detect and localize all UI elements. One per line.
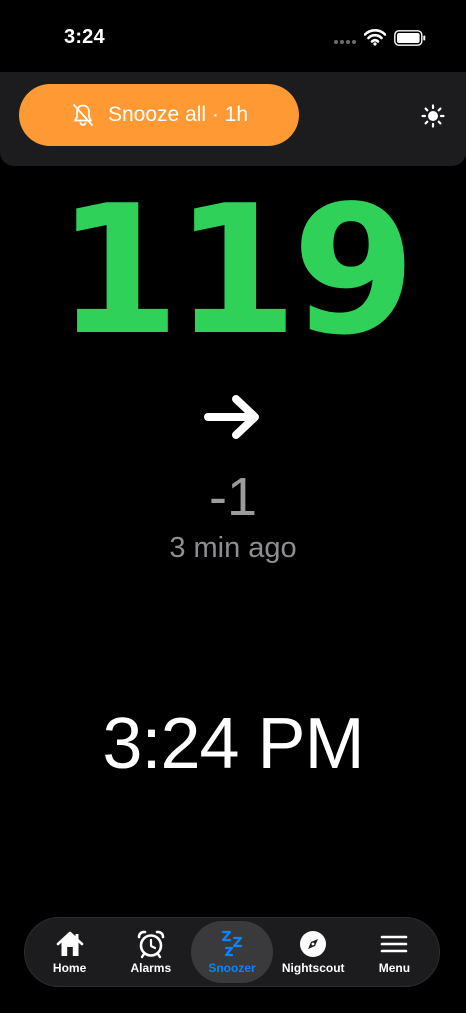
tab-home-label: Home [52, 961, 87, 975]
tab-menu-label: Menu [378, 961, 411, 975]
snooze-all-label: Snooze all · 1h [107, 103, 249, 126]
tab-alarms[interactable]: Alarms [110, 921, 191, 983]
house-icon [56, 931, 83, 956]
signal-dots-icon [334, 40, 356, 44]
zzz-icon [221, 930, 243, 957]
sun-icon[interactable] [421, 104, 445, 128]
status-time: 3:24 [64, 26, 105, 48]
tab-menu[interactable]: Menu [354, 921, 435, 983]
status-bar: 3:24 [0, 0, 466, 72]
bell-slash-icon [73, 104, 93, 126]
reading-age: 3 min ago [169, 532, 297, 564]
glucose-value: 119 [56, 167, 416, 374]
glucose-delta: -1 [208, 467, 257, 527]
snooze-all-button[interactable]: Snooze all · 1h [19, 84, 299, 146]
alarm-clock-icon [137, 930, 165, 959]
battery-icon [394, 30, 426, 46]
arrow-right-icon [204, 395, 259, 439]
wifi-icon [364, 29, 386, 46]
compass-icon [300, 931, 327, 957]
tab-home[interactable]: Home [29, 921, 110, 983]
tab-nightscout-label: Nightscout [281, 961, 345, 975]
clock-time: 3:24 PM [102, 704, 364, 784]
tab-nightscout[interactable]: Nightscout [273, 921, 354, 983]
tab-bar: Home Alarms Snoozer Nightscout Menu [24, 917, 440, 987]
tab-alarms-label: Alarms [130, 961, 172, 975]
tab-snoozer[interactable]: Snoozer [191, 921, 273, 983]
tab-snoozer-label: Snoozer [208, 961, 256, 975]
top-panel: Snooze all · 1h [0, 72, 466, 166]
hamburger-menu-icon [381, 935, 408, 953]
